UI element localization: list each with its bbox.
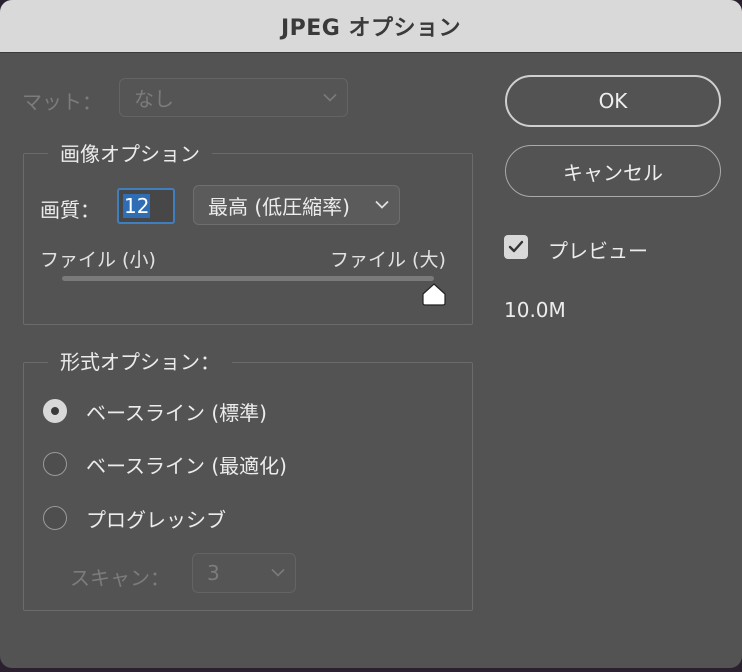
checkmark-icon: [508, 240, 524, 253]
baseline-optimized-label: ベースライン (最適化): [86, 454, 287, 478]
quality-value: 12: [123, 194, 151, 218]
chevron-down-icon: [375, 200, 389, 209]
scan-value: 3: [207, 561, 220, 585]
radio-progressive[interactable]: [43, 506, 67, 530]
format-options-legend: 形式オプション：: [48, 346, 232, 375]
large-file-label: ファイル (大): [330, 249, 446, 271]
file-size-readout: 10.0M: [504, 298, 566, 322]
preview-checkbox[interactable]: [504, 235, 528, 259]
cancel-button-label: キャンセル: [563, 160, 663, 185]
image-options-legend: 画像オプション: [48, 138, 212, 167]
quality-slider-track[interactable]: [62, 276, 434, 281]
radio-baseline-optimized[interactable]: [43, 452, 67, 476]
radio-baseline-standard[interactable]: [43, 399, 67, 423]
slider-thumb-icon[interactable]: [421, 282, 447, 306]
preview-label: プレビュー: [548, 239, 648, 263]
matte-value: なし: [134, 87, 174, 111]
matte-dropdown[interactable]: なし: [119, 78, 348, 117]
cancel-button[interactable]: キャンセル: [505, 145, 721, 197]
quality-preset-dropdown[interactable]: 最高 (低圧縮率): [193, 185, 400, 225]
jpeg-options-dialog: JPEG オプション マット： なし 画像オプション 画質： 12 最高 (低圧…: [0, 0, 742, 668]
dialog-title: JPEG オプション: [280, 16, 462, 41]
quality-input[interactable]: 12: [117, 188, 175, 224]
small-file-label: ファイル (小): [40, 249, 156, 271]
scan-label: スキャン：: [70, 566, 170, 590]
chevron-down-icon: [271, 568, 285, 577]
chevron-down-icon: [323, 93, 337, 102]
baseline-standard-label: ベースライン (標準): [86, 401, 267, 425]
ok-button[interactable]: OK: [505, 75, 721, 127]
ok-button-label: OK: [598, 89, 628, 113]
quality-label: 画質：: [40, 198, 100, 222]
progressive-label: プログレッシブ: [86, 508, 226, 532]
quality-preset-value: 最高 (低圧縮率): [208, 194, 350, 219]
scan-dropdown[interactable]: 3: [192, 553, 296, 593]
image-options-group: [23, 153, 473, 325]
matte-label: マット：: [22, 90, 102, 114]
title-bar: JPEG オプション: [0, 0, 742, 53]
